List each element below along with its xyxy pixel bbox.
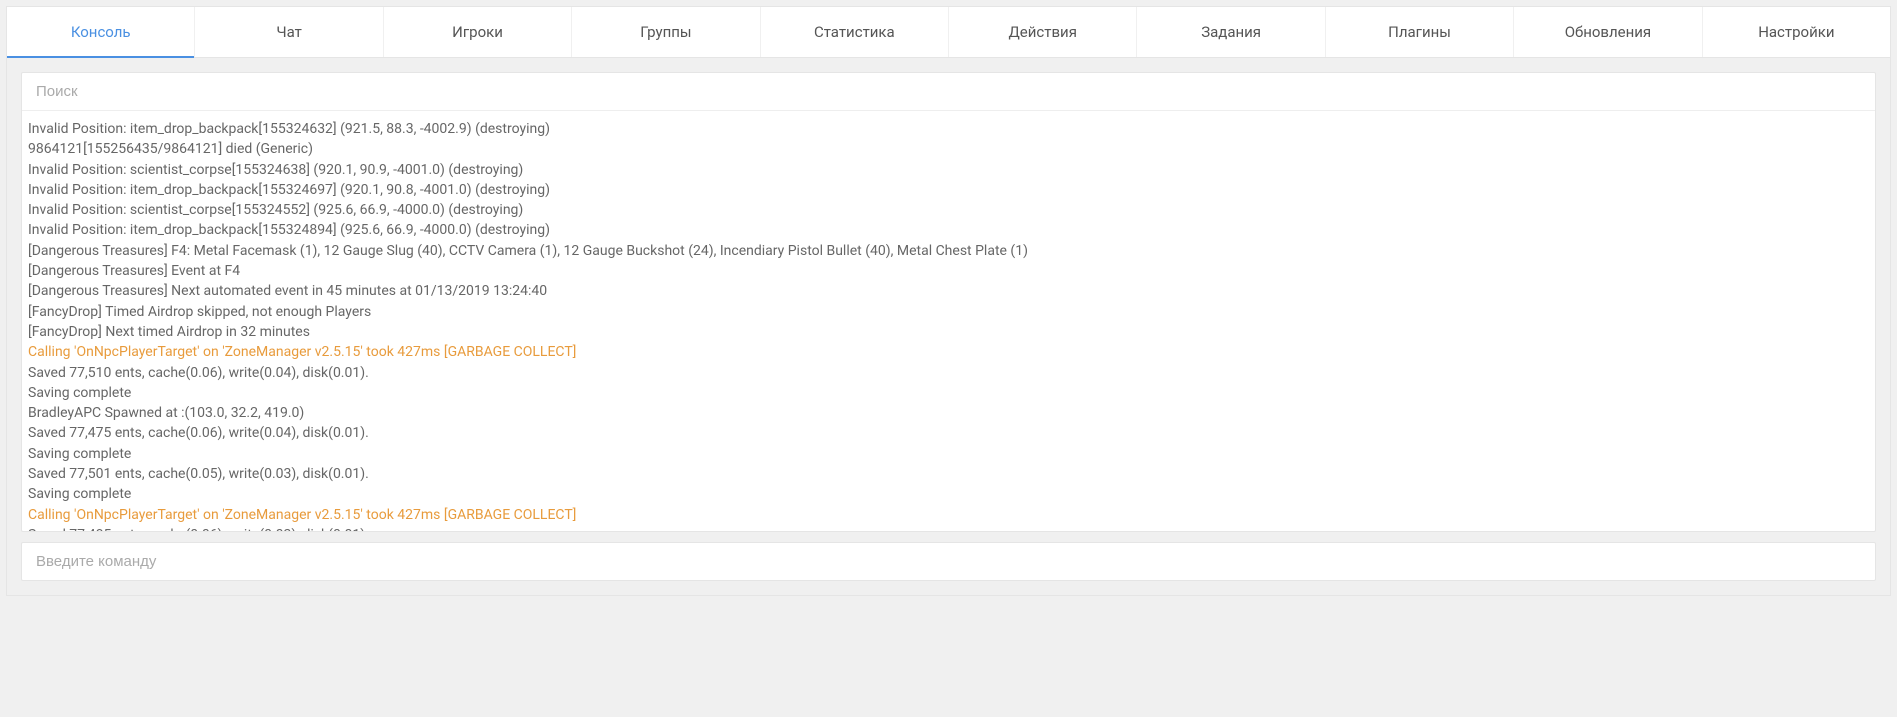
log-line: BradleyAPC Spawned at :(103.0, 32.2, 419… <box>26 403 1873 423</box>
log-line: Calling 'OnNpcPlayerTarget' on 'ZoneMana… <box>26 505 1873 525</box>
tab-label: Обновления <box>1565 23 1651 41</box>
log-line: Calling 'OnNpcPlayerTarget' on 'ZoneMana… <box>26 342 1873 362</box>
tab-console[interactable]: Консоль <box>7 7 195 57</box>
log-line: Saved 77,475 ents, cache(0.06), write(0.… <box>26 423 1873 443</box>
tab-bar: Консоль Чат Игроки Группы Статистика Дей… <box>7 7 1890 58</box>
content-area: Invalid Position: item_drop_backpack[155… <box>7 58 1890 595</box>
tab-plugins[interactable]: Плагины <box>1326 7 1514 57</box>
log-line: Invalid Position: scientist_corpse[15532… <box>26 160 1873 180</box>
log-output[interactable]: Invalid Position: item_drop_backpack[155… <box>22 111 1875 531</box>
tab-label: Действия <box>1009 23 1077 41</box>
tab-stats[interactable]: Статистика <box>761 7 949 57</box>
tab-actions[interactable]: Действия <box>949 7 1137 57</box>
log-line: Saving complete <box>26 444 1873 464</box>
tab-label: Консоль <box>71 23 131 41</box>
tab-label: Группы <box>640 23 691 41</box>
log-line: [Dangerous Treasures] Event at F4 <box>26 261 1873 281</box>
log-line: Saving complete <box>26 383 1873 403</box>
tab-label: Статистика <box>814 23 895 41</box>
log-line: Saved 77,510 ents, cache(0.06), write(0.… <box>26 363 1873 383</box>
log-line: Invalid Position: item_drop_backpack[155… <box>26 180 1873 200</box>
app-shell: Консоль Чат Игроки Группы Статистика Дей… <box>6 6 1891 596</box>
log-line: Saving complete <box>26 484 1873 504</box>
log-line: Saved 77,485 ents, cache(0.06), write(0.… <box>26 525 1873 531</box>
log-line: Saved 77,501 ents, cache(0.05), write(0.… <box>26 464 1873 484</box>
console-panel: Invalid Position: item_drop_backpack[155… <box>21 72 1876 532</box>
tab-players[interactable]: Игроки <box>384 7 572 57</box>
tab-chat[interactable]: Чат <box>195 7 383 57</box>
tab-groups[interactable]: Группы <box>572 7 760 57</box>
log-line: [Dangerous Treasures] Next automated eve… <box>26 281 1873 301</box>
command-input[interactable] <box>36 553 1861 570</box>
log-line: [FancyDrop] Timed Airdrop skipped, not e… <box>26 302 1873 322</box>
tab-label: Настройки <box>1758 23 1834 41</box>
tab-settings[interactable]: Настройки <box>1703 7 1890 57</box>
log-line: [FancyDrop] Next timed Airdrop in 32 min… <box>26 322 1873 342</box>
tab-tasks[interactable]: Задания <box>1137 7 1325 57</box>
tab-label: Задания <box>1201 23 1261 41</box>
search-input[interactable] <box>36 83 1861 100</box>
log-line: Invalid Position: item_drop_backpack[155… <box>26 119 1873 139</box>
tab-label: Плагины <box>1388 23 1451 41</box>
log-line: 9864121[155256435/9864121] died (Generic… <box>26 139 1873 159</box>
log-line: Invalid Position: item_drop_backpack[155… <box>26 220 1873 240</box>
search-box <box>22 73 1875 111</box>
log-line: Invalid Position: scientist_corpse[15532… <box>26 200 1873 220</box>
log-lines: Invalid Position: item_drop_backpack[155… <box>24 119 1873 531</box>
tab-label: Игроки <box>452 23 503 41</box>
log-line: [Dangerous Treasures] F4: Metal Facemask… <box>26 241 1873 261</box>
tab-label: Чат <box>276 23 302 41</box>
tab-updates[interactable]: Обновления <box>1514 7 1702 57</box>
command-panel <box>21 542 1876 581</box>
